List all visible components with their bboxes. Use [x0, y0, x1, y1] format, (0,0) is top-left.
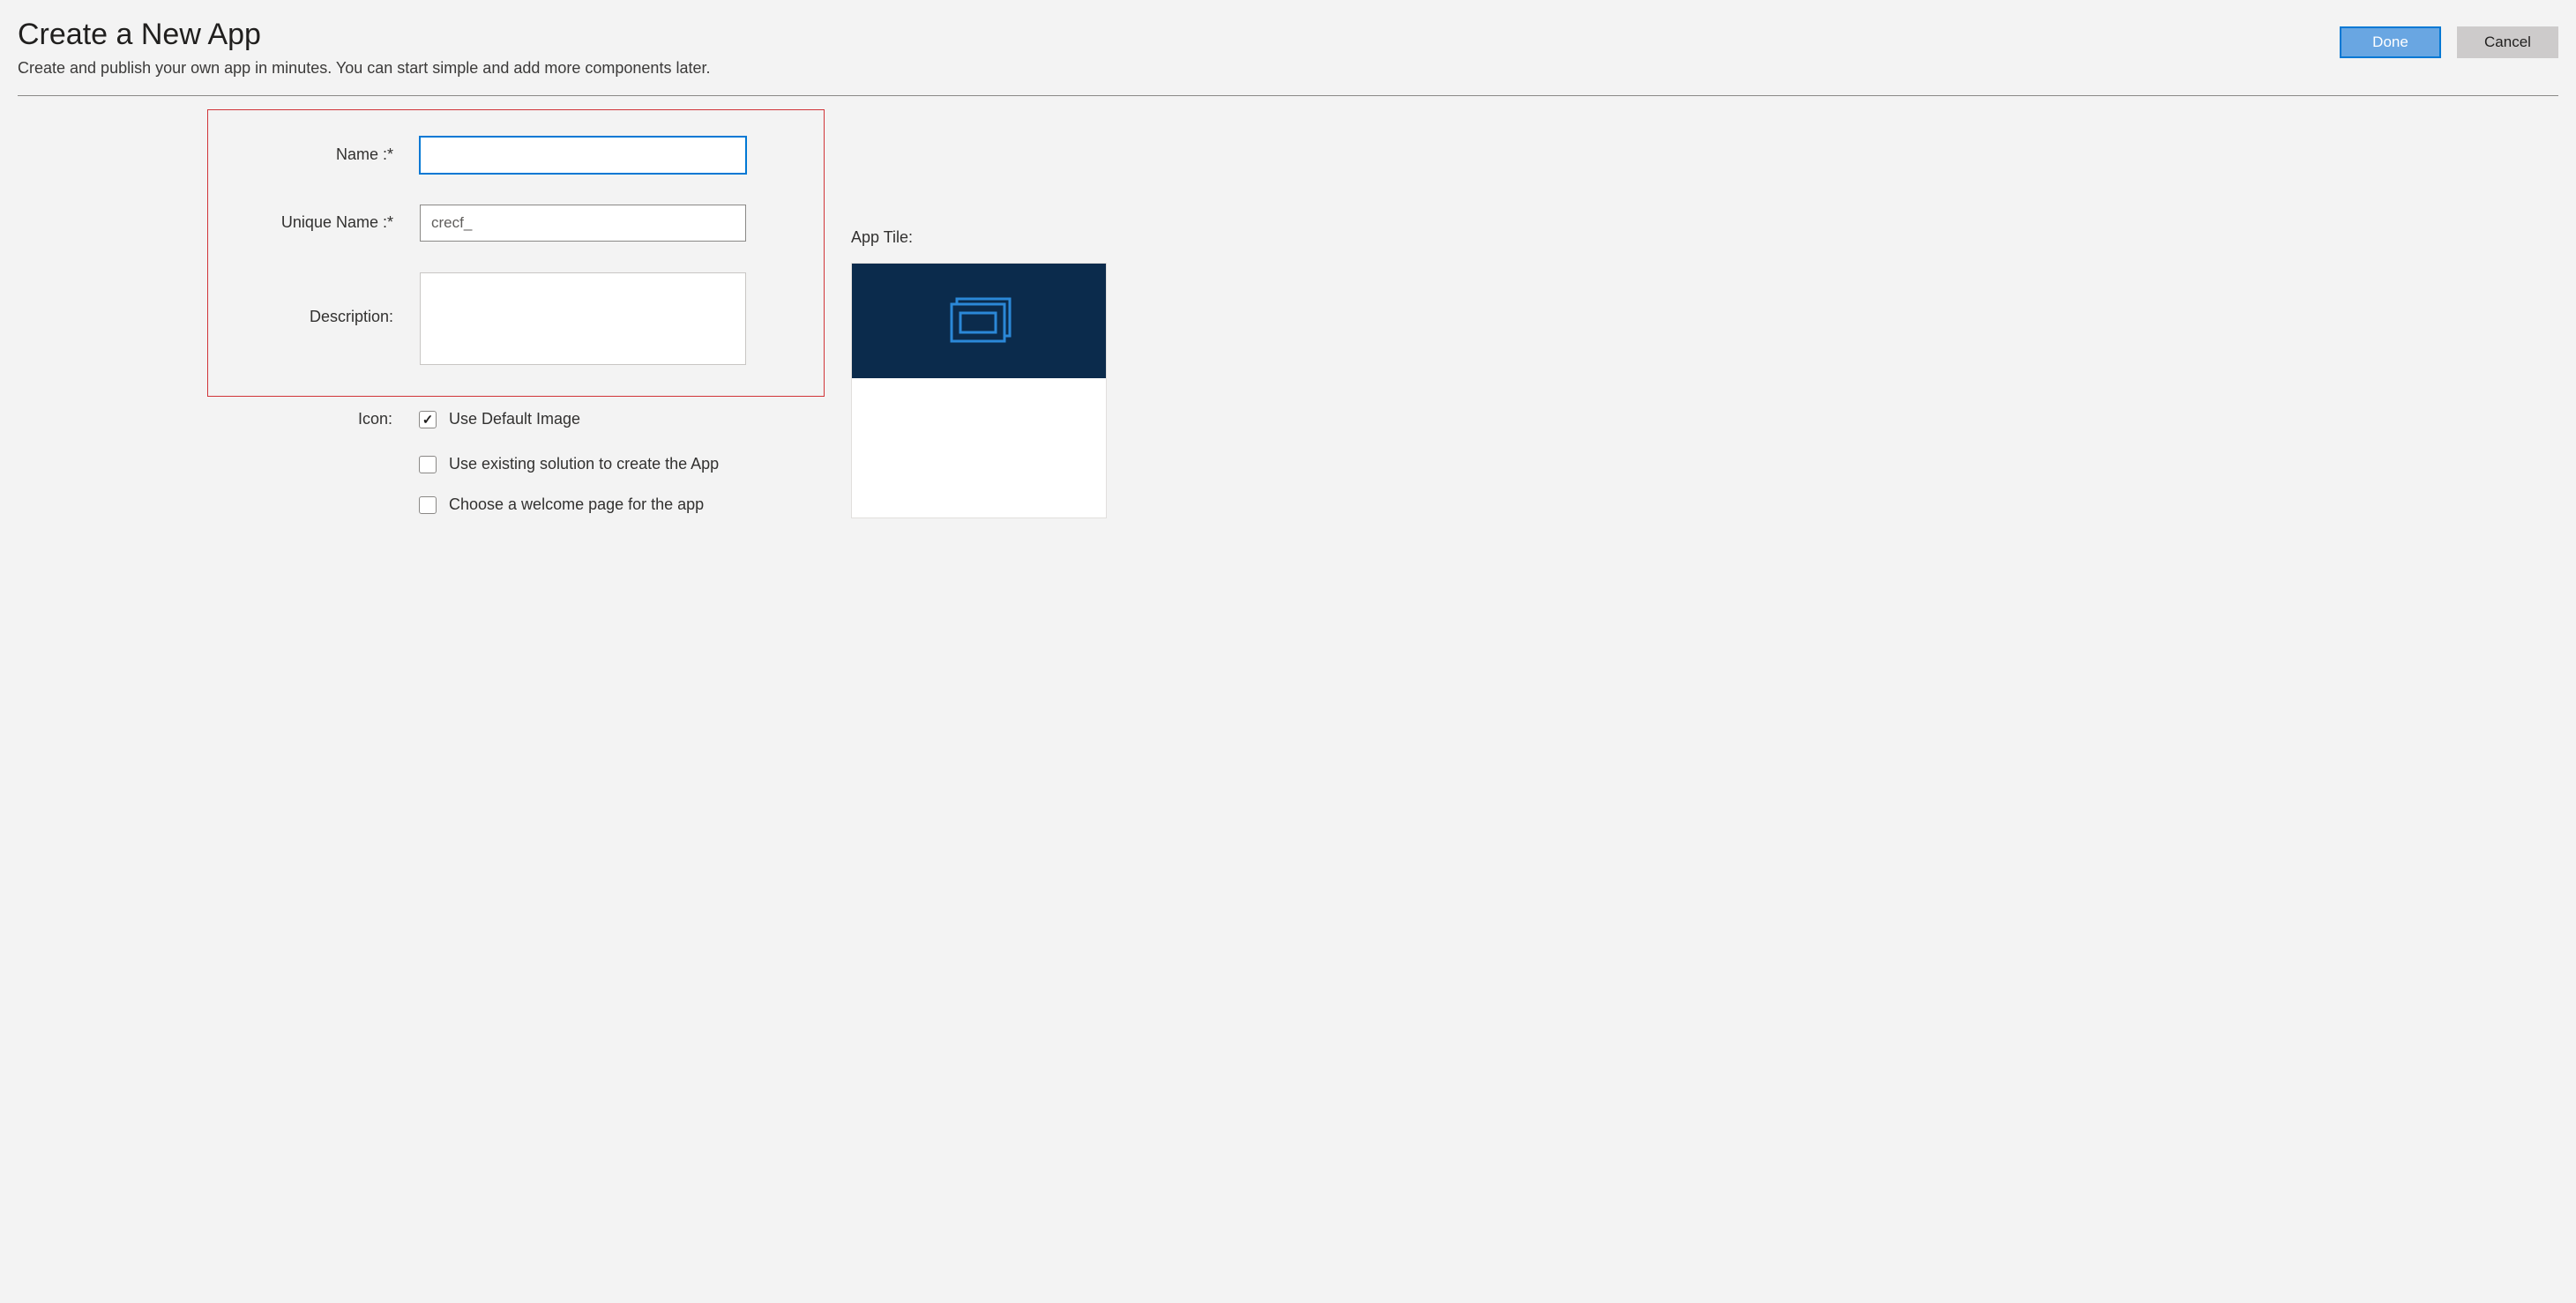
use-existing-solution-label: Use existing solution to create the App: [449, 455, 719, 473]
description-label: Description:: [243, 272, 420, 326]
unique-name-row: Unique Name :*: [243, 205, 788, 242]
choose-welcome-page-label: Choose a welcome page for the app: [449, 495, 704, 514]
done-button[interactable]: Done: [2340, 26, 2441, 58]
cancel-button[interactable]: Cancel: [2457, 26, 2558, 58]
form-panel: Name :* Unique Name :* Description: Icon…: [207, 109, 825, 536]
choose-welcome-page-checkbox[interactable]: [419, 496, 437, 514]
page-header: Create a New App Create and publish your…: [18, 18, 2558, 96]
icon-row: Icon: Use Default Image: [207, 410, 825, 428]
name-input-wrap: [420, 137, 788, 174]
use-default-image-checkbox[interactable]: [419, 411, 437, 428]
description-input-wrap: [420, 272, 788, 369]
use-existing-solution-checkbox[interactable]: [419, 456, 437, 473]
use-default-image-label: Use Default Image: [449, 410, 580, 428]
header-buttons: Done Cancel: [2340, 18, 2558, 58]
required-fields-highlight: Name :* Unique Name :* Description:: [207, 109, 825, 397]
description-row: Description:: [243, 272, 788, 369]
app-tile-label: App Tile:: [851, 228, 1107, 247]
choose-welcome-page-wrap: Choose a welcome page for the app: [419, 495, 704, 514]
page-title: Create a New App: [18, 18, 2340, 52]
unique-name-input[interactable]: [420, 205, 746, 242]
use-existing-solution-row: Use existing solution to create the App: [207, 455, 825, 473]
choose-welcome-page-row: Choose a welcome page for the app: [207, 495, 825, 514]
unique-name-input-wrap: [420, 205, 788, 242]
page-subtitle: Create and publish your own app in minut…: [18, 59, 2340, 78]
unique-name-label: Unique Name :*: [243, 205, 420, 232]
use-default-image-wrap: Use Default Image: [419, 410, 580, 428]
content-area: Name :* Unique Name :* Description: Icon…: [18, 109, 2558, 536]
description-input[interactable]: [420, 272, 746, 365]
app-tile-preview: [851, 263, 1107, 518]
header-text-block: Create a New App Create and publish your…: [18, 18, 2340, 78]
name-label: Name :*: [243, 137, 420, 164]
app-tile-panel: App Tile:: [851, 109, 1107, 536]
use-existing-solution-wrap: Use existing solution to create the App: [419, 455, 719, 473]
app-tile-header: [852, 264, 1106, 378]
name-input[interactable]: [420, 137, 746, 174]
name-row: Name :*: [243, 137, 788, 174]
icon-label: Icon:: [243, 410, 419, 428]
app-tile-icon: [945, 295, 1013, 346]
